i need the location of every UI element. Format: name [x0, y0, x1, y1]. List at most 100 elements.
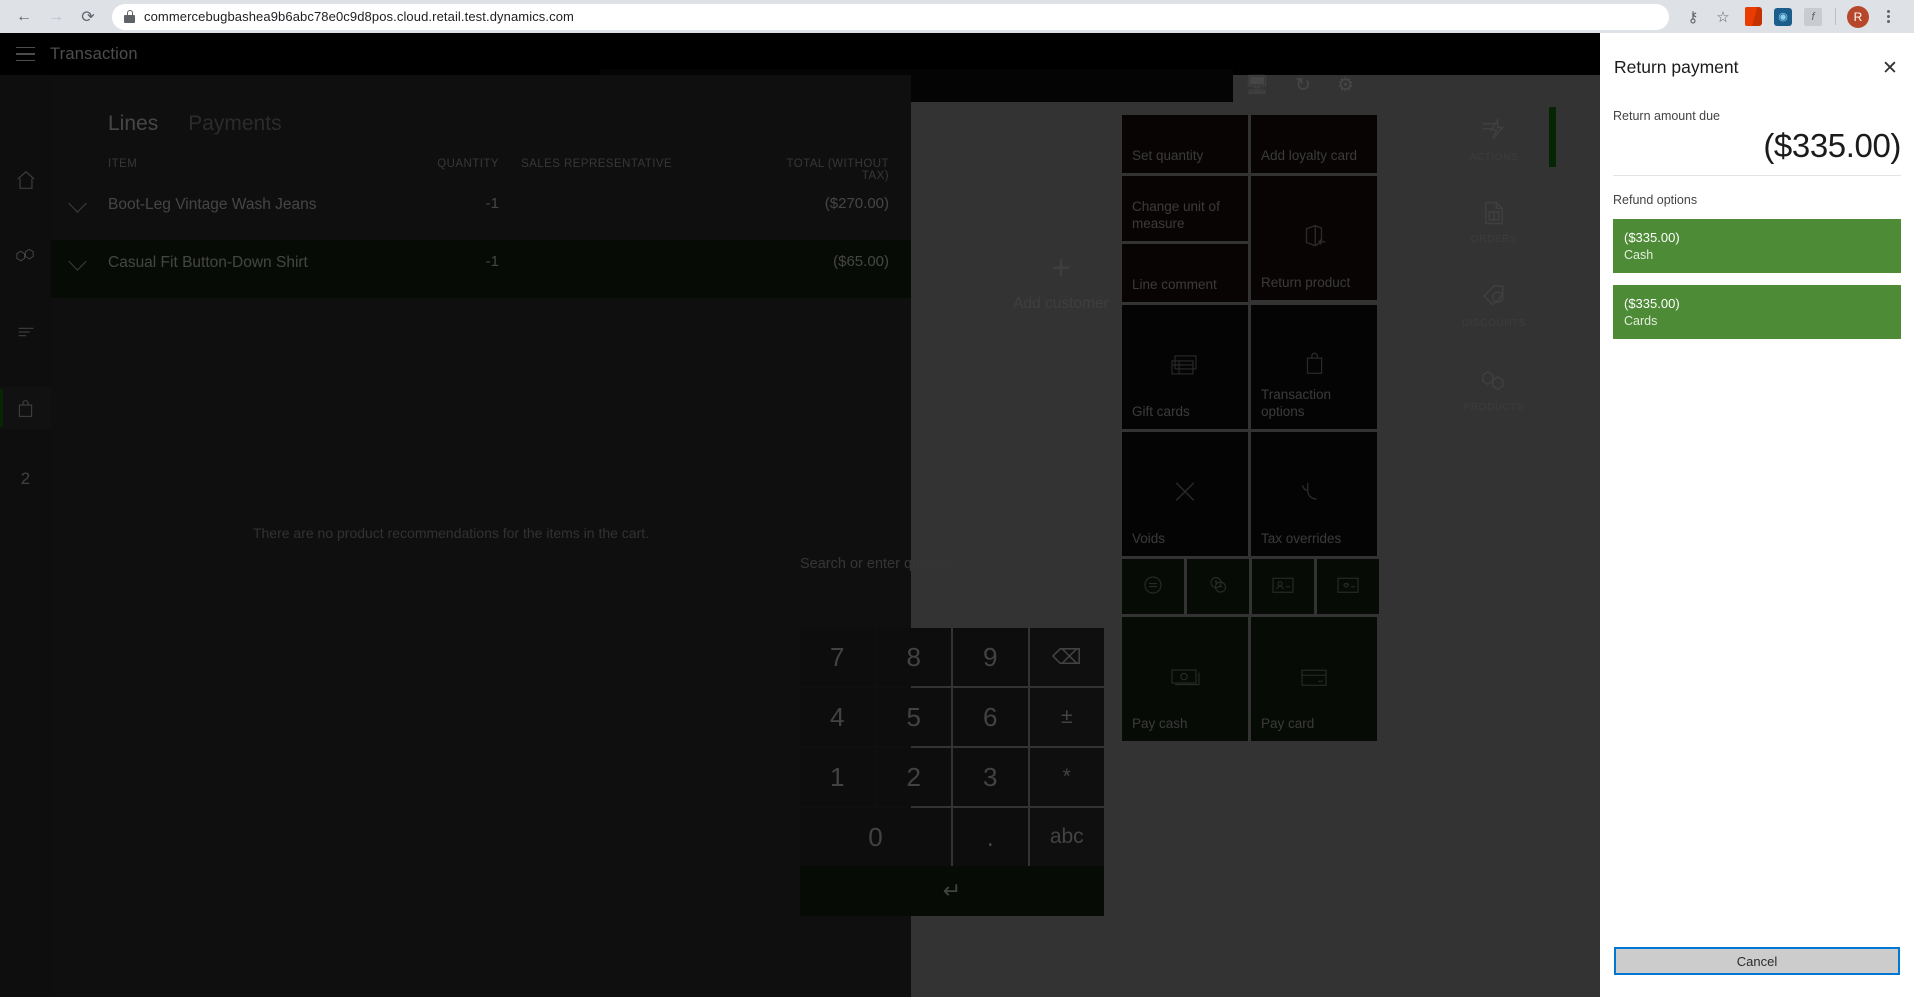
tab-lines[interactable]: Lines — [108, 112, 158, 136]
tile-add-loyalty-card[interactable]: Add loyalty card — [1251, 115, 1377, 173]
tile-label: Line comment — [1132, 277, 1217, 293]
tile-return-product[interactable]: Return product — [1251, 176, 1377, 300]
password-key-icon[interactable]: ⚷ — [1679, 3, 1707, 31]
key-abc[interactable]: abc — [1029, 808, 1104, 866]
tab-payments[interactable]: Payments — [188, 112, 281, 136]
avatar[interactable]: R — [1844, 3, 1872, 31]
script-extension-icon[interactable]: f — [1799, 3, 1827, 31]
totals-section: LINES 2 DISCOUNTS $0.00 SUBTOTAL ($335.0… — [0, 697, 911, 997]
rail-label: DISCOUNTS — [1461, 318, 1527, 329]
tile-label: Tax overrides — [1261, 531, 1342, 547]
cart-tabs: Lines Payments — [51, 75, 911, 136]
rail-item-discounts[interactable]: DISCOUNTS — [1444, 281, 1544, 329]
security-extension-icon[interactable]: ◉ — [1769, 3, 1797, 31]
tile-label: Set quantity — [1132, 148, 1204, 164]
sidebar-item-cart[interactable] — [0, 387, 51, 429]
chevron-down-icon[interactable] — [68, 252, 87, 271]
gear-icon[interactable]: ⚙ — [1337, 76, 1354, 95]
key-7[interactable]: 7 — [800, 628, 875, 686]
key-plus-minus[interactable]: ± — [1029, 688, 1104, 746]
table-row[interactable]: Boot-Leg Vintage Wash Jeans -1 ($270.00) — [51, 182, 911, 240]
tile-loyalty-card[interactable] — [1317, 559, 1379, 614]
key-3[interactable]: 3 — [953, 748, 1028, 806]
kebab-menu-icon[interactable] — [1874, 3, 1902, 31]
coins-currency-icon — [1187, 573, 1249, 597]
tile-currency[interactable] — [1187, 559, 1249, 614]
close-icon[interactable]: ✕ — [1879, 57, 1901, 79]
toolbar-divider — [1835, 8, 1836, 25]
refund-option-cash[interactable]: ($335.00) Cash — [1613, 219, 1901, 273]
forward-arrow-icon[interactable]: → — [42, 3, 70, 31]
key-5[interactable]: 5 — [876, 688, 951, 746]
address-bar[interactable]: commercebugbashea9b6abc78e0c9d8pos.cloud… — [112, 3, 1669, 30]
key-4[interactable]: 4 — [800, 688, 875, 746]
tile-pay-card[interactable]: Pay card — [1251, 617, 1377, 741]
quantity-hint-text: Search or enter quantity — [800, 556, 955, 572]
return-product-icon — [1251, 221, 1377, 251]
monitor-icon[interactable]: 🖥 — [1245, 76, 1269, 95]
cart-item-name: Casual Fit Button-Down Shirt — [108, 254, 308, 271]
tile-label: Add loyalty card — [1261, 148, 1358, 164]
tile-line-comment[interactable]: Line comment — [1122, 244, 1248, 302]
tile-customer-account[interactable] — [1252, 559, 1314, 614]
reload-icon[interactable]: ⟳ — [74, 3, 102, 31]
no-recommendations-message: There are no product recommendations for… — [252, 525, 650, 541]
browser-toolbar: ← → ⟳ commercebugbashea9b6abc78e0c9d8pos… — [0, 0, 1914, 33]
sidebar-item-journal[interactable] — [0, 311, 51, 353]
key-decimal[interactable]: . — [953, 808, 1028, 866]
key-9[interactable]: 9 — [953, 628, 1028, 686]
key-8[interactable]: 8 — [876, 628, 951, 686]
key-0[interactable]: 0 — [800, 808, 951, 866]
column-header-total: TOTAL (WITHOUT TAX) — [786, 158, 889, 182]
tile-tax-overrides[interactable]: Tax overrides — [1251, 432, 1377, 556]
cart-item-quantity: -1 — [485, 253, 499, 270]
tile-transaction-options[interactable]: Transaction options — [1251, 305, 1377, 429]
return-amount-label: Return amount due — [1613, 109, 1721, 123]
shopping-bag-icon — [1251, 350, 1377, 380]
sidebar-item-home[interactable] — [0, 159, 51, 201]
loyalty-card-icon — [1317, 574, 1379, 596]
tile-pay-cash[interactable]: Pay cash — [1122, 617, 1248, 741]
hamburger-menu-icon[interactable] — [0, 33, 50, 75]
sidebar-item-products[interactable] — [0, 235, 51, 277]
sync-icon[interactable]: ↻ — [1295, 76, 1311, 95]
bookmark-star-icon[interactable]: ☆ — [1709, 3, 1737, 31]
key-1[interactable]: 1 — [800, 748, 875, 806]
back-arrow-icon[interactable]: ← — [10, 3, 38, 31]
rail-label: ORDERS — [1470, 234, 1518, 245]
tile-change-unit-of-measure[interactable]: Change unit of measure — [1122, 176, 1248, 241]
tile-row: Set quantity Add loyalty card — [1122, 115, 1438, 173]
dialog-body: Return amount due ($335.00) Refund optio… — [1600, 79, 1914, 947]
refund-amount: ($335.00) — [1624, 296, 1680, 311]
enter-icon[interactable]: ↵ — [800, 866, 1104, 916]
tile-row: Change unit of measure Line comment Retu… — [1122, 176, 1438, 302]
cart-table-header: ITEM QUANTITY SALES REPRESENTATIVE TOTAL… — [51, 158, 911, 182]
tile-label: Change unit of measure — [1132, 199, 1220, 232]
key-6[interactable]: 6 — [953, 688, 1028, 746]
refund-option-cards[interactable]: ($335.00) Cards — [1613, 285, 1901, 339]
rail-item-actions[interactable]: ACTIONS — [1444, 107, 1556, 167]
key-2[interactable]: 2 — [876, 748, 951, 806]
tile-label: Transaction options — [1261, 387, 1332, 420]
cancel-button[interactable]: Cancel — [1614, 947, 1900, 975]
office-extension-icon[interactable] — [1739, 3, 1767, 31]
refund-amount: ($335.00) — [1624, 230, 1680, 245]
key-asterisk[interactable]: * — [1029, 748, 1104, 806]
close-x-icon — [1122, 477, 1248, 507]
cart-item-quantity: -1 — [485, 195, 499, 212]
rail-item-orders[interactable]: ORDERS — [1444, 199, 1544, 245]
tile-voids[interactable]: Voids — [1122, 432, 1248, 556]
backspace-icon[interactable]: ⌫ — [1029, 628, 1104, 686]
tile-set-quantity[interactable]: Set quantity — [1122, 115, 1248, 173]
customer-card-icon — [1252, 574, 1314, 596]
tile-gift-cards[interactable]: Gift cards — [1122, 305, 1248, 429]
table-row[interactable]: Casual Fit Button-Down Shirt -1 ($65.00) — [51, 240, 911, 298]
tile-price-override[interactable] — [1122, 559, 1184, 614]
tile-row: Gift cards Transaction options — [1122, 305, 1438, 429]
credit-card-icon — [1251, 666, 1377, 688]
rail-item-products[interactable]: PRODUCTS — [1444, 365, 1544, 413]
dialog-footer: Cancel — [1600, 947, 1914, 997]
chevron-down-icon[interactable] — [68, 194, 87, 213]
numeric-keypad: 7 8 9 ⌫ 4 5 6 ± 1 2 3 * 0 . abc — [800, 628, 1104, 896]
tile-row — [1122, 559, 1438, 614]
